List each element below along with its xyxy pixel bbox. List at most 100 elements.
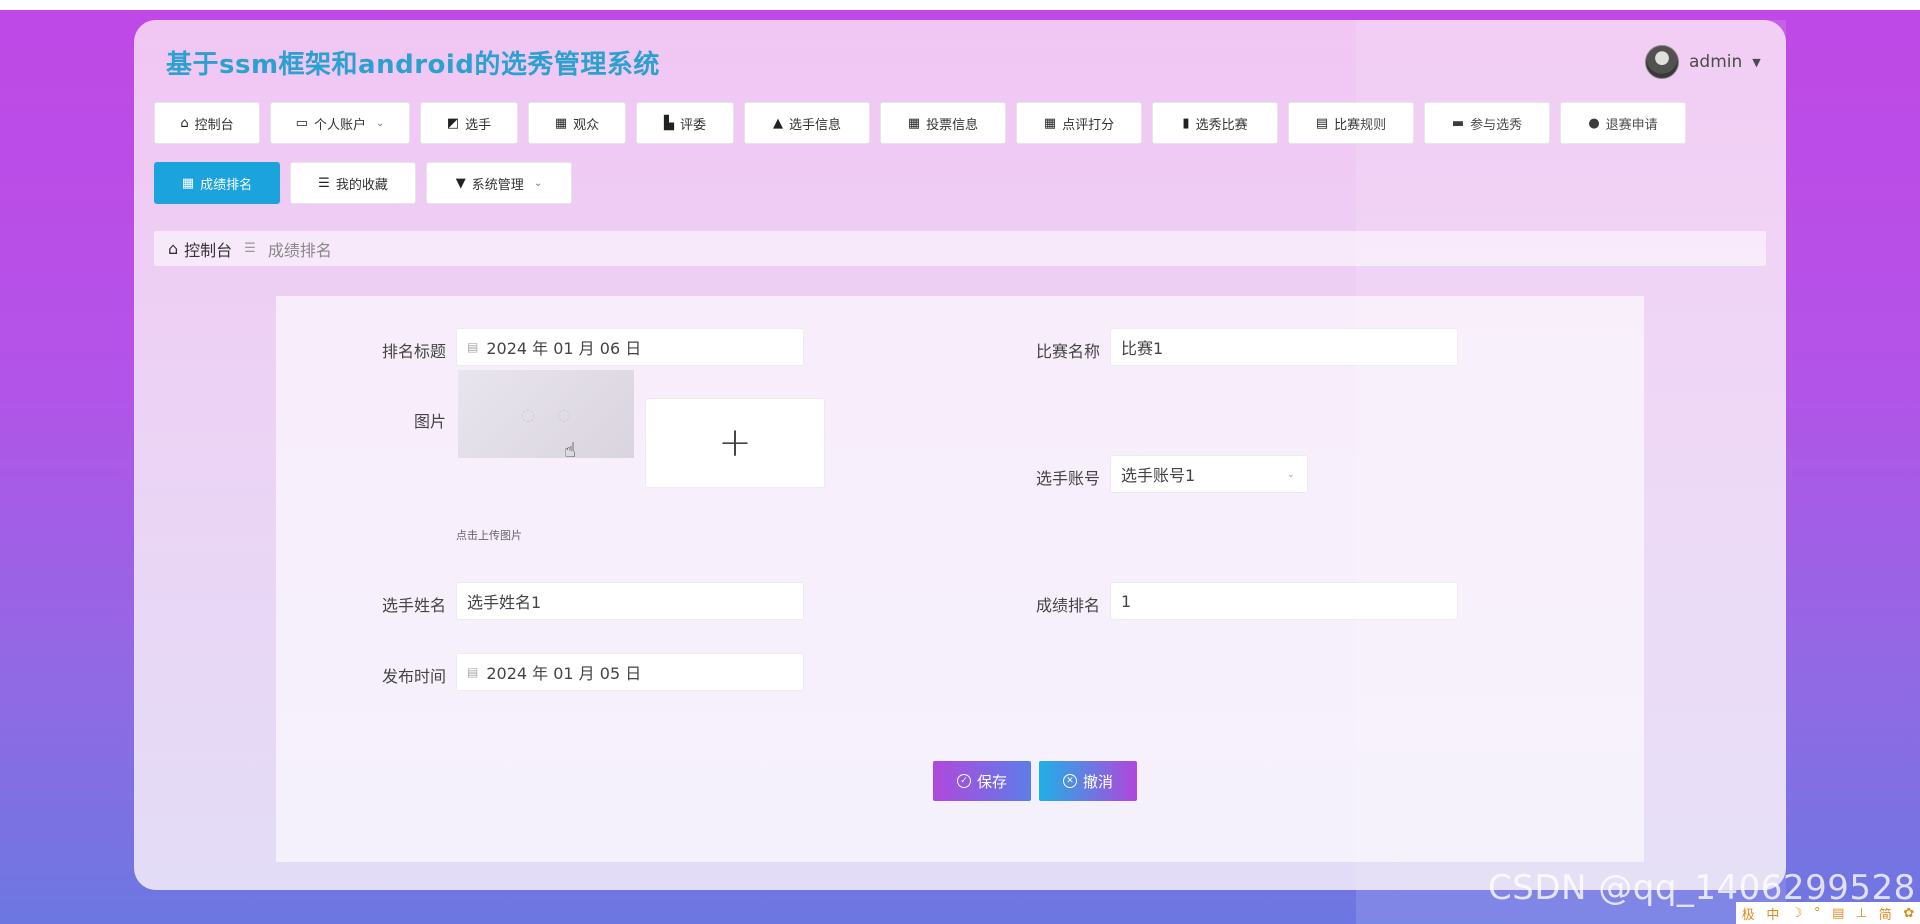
- image-label: 图片: [413, 412, 446, 431]
- nav-item-dashboard[interactable]: ⌂ 控制台: [154, 102, 260, 144]
- nav-item-competitions[interactable]: ▮ 选秀比赛: [1152, 102, 1278, 144]
- competition-name-field[interactable]: 比赛1: [1110, 328, 1458, 366]
- ime-keyboard-icon[interactable]: ▤: [1832, 906, 1844, 921]
- cancel-button[interactable]: ✕ 撤消: [1039, 761, 1137, 801]
- save-label: 保存: [976, 772, 1007, 791]
- competition-name-value: 比赛1: [1121, 339, 1164, 358]
- grid-icon: ▦: [181, 175, 195, 191]
- nav-label: 我的收藏: [335, 177, 388, 193]
- breadcrumb: ⌂ 控制台 ☰ 成绩排名: [154, 231, 1766, 266]
- user-icon: ▲: [772, 115, 783, 131]
- nav-item-review-score[interactable]: ▦ 点评打分: [1016, 102, 1142, 144]
- home-icon: ⌂: [180, 115, 189, 131]
- nav-item-system-management[interactable]: ▼ 系统管理 ⌄: [426, 162, 572, 204]
- nav-label: 控制台: [194, 117, 234, 133]
- close-circle-icon: ✕: [1062, 774, 1077, 788]
- home-icon: ⌂: [168, 239, 179, 258]
- competition-name-label: 比赛名称: [1035, 342, 1100, 361]
- user-menu[interactable]: admin ▼: [1645, 45, 1761, 79]
- nav-label: 选秀比赛: [1195, 117, 1248, 133]
- nav-item-audience[interactable]: ▦ 观众: [528, 102, 626, 144]
- publish-time-value: 2024 年 01 月 05 日: [486, 664, 642, 683]
- player-name-label: 选手姓名: [381, 596, 446, 615]
- nav-item-player-info[interactable]: ▲ 选手信息: [744, 102, 870, 144]
- rank-field[interactable]: 1: [1110, 582, 1458, 620]
- grid-icon: ▦: [554, 115, 568, 131]
- image-placeholder-icon: ◌: [557, 404, 571, 424]
- caret-down-icon: ▼: [1752, 55, 1761, 69]
- publish-time-label: 发布时间: [381, 667, 446, 686]
- ranking-title-label: 排名标题: [381, 342, 446, 361]
- brush-icon: ▼: [455, 175, 466, 191]
- nav-item-judges[interactable]: ▙ 评委: [636, 102, 734, 144]
- nav-label: 选手信息: [788, 117, 841, 133]
- upload-hint: 点击上传图片: [456, 529, 522, 542]
- rank-value: 1: [1121, 591, 1132, 611]
- hand-cursor-icon: ☝: [564, 438, 577, 462]
- calendar-icon: ▤: [467, 340, 479, 354]
- publish-time-date-field[interactable]: ▤ 2024 年 01 月 05 日: [456, 653, 804, 691]
- top-strip: [0, 0, 1920, 10]
- chevron-down-icon: ⌄: [533, 177, 543, 189]
- plus-icon: +: [718, 420, 752, 466]
- ime-logo-icon[interactable]: 极: [1742, 904, 1755, 923]
- save-button[interactable]: ✓ 保存: [933, 761, 1031, 801]
- check-circle-icon: ✓: [956, 774, 971, 788]
- nav-item-favorites[interactable]: ☰ 我的收藏: [290, 162, 416, 204]
- location-icon: ●: [1588, 115, 1600, 131]
- nav-label: 比赛规则: [1334, 117, 1387, 133]
- nav-label: 个人账户: [313, 117, 366, 133]
- nav-item-rules[interactable]: ▤ 比赛规则: [1288, 102, 1414, 144]
- nav-label: 选手: [465, 117, 492, 133]
- player-name-value: 选手姓名1: [467, 593, 542, 612]
- nav-label: 观众: [573, 117, 600, 133]
- avatar: [1645, 45, 1679, 79]
- image-placeholder-icon: ◌: [521, 404, 535, 424]
- nav-label: 参与选秀: [1470, 117, 1523, 133]
- cancel-label: 撤消: [1082, 772, 1113, 791]
- app-title: 基于ssm框架和android的选秀管理系统: [166, 50, 660, 80]
- chart-icon: ◩: [446, 115, 460, 131]
- wallet-icon: ▭: [295, 115, 308, 131]
- username: admin: [1689, 52, 1743, 72]
- bar-chart-icon: ▮: [1182, 115, 1190, 131]
- nav-label: 系统管理: [471, 177, 524, 193]
- breadcrumb-home[interactable]: 控制台: [184, 237, 232, 261]
- image-upload-button[interactable]: +: [645, 398, 825, 488]
- briefcase-icon: ▤: [1315, 115, 1329, 131]
- nav-label: 投票信息: [926, 117, 979, 133]
- ime-punct-icon[interactable]: °: [1814, 906, 1821, 921]
- ime-chinese-toggle[interactable]: 中: [1766, 904, 1779, 923]
- nav-item-participate[interactable]: ▬ 参与选秀: [1424, 102, 1550, 144]
- nav-label: 退赛申请: [1605, 117, 1658, 133]
- nav-item-players[interactable]: ◩ 选手: [420, 102, 518, 144]
- player-name-field[interactable]: 选手姓名1: [456, 582, 804, 620]
- apps-icon: ▦: [1043, 115, 1057, 131]
- chevron-down-icon: ⌄: [375, 117, 385, 129]
- ime-user-icon[interactable]: ⊥: [1856, 906, 1867, 921]
- rank-label: 成绩排名: [1035, 596, 1100, 615]
- separator-icon: ☰: [244, 241, 256, 256]
- player-account-select[interactable]: 选手账号1 ⌄: [1110, 455, 1308, 493]
- chevron-down-icon: ⌄: [1286, 468, 1295, 480]
- uploaded-image-thumbnail[interactable]: ◌ ◌: [458, 370, 634, 458]
- nav-item-personal-account[interactable]: ▭ 个人账户 ⌄: [270, 102, 410, 144]
- nav-label: 点评打分: [1062, 117, 1115, 133]
- player-account-value: 选手账号1: [1121, 466, 1196, 485]
- calendar-icon: ▤: [467, 665, 479, 679]
- ime-moon-icon[interactable]: ☽: [1791, 906, 1803, 921]
- breadcrumb-current: 成绩排名: [267, 240, 332, 260]
- ranking-title-value: 2024 年 01 月 06 日: [486, 339, 642, 358]
- nav-label: 评委: [679, 117, 706, 133]
- monitor-icon: ▬: [1451, 115, 1465, 131]
- ime-simplified-toggle[interactable]: 简: [1879, 904, 1892, 923]
- player-account-label: 选手账号: [1035, 469, 1100, 488]
- ime-toolbar[interactable]: 极 中 ☽ ° ▤ ⊥ 简 ✿: [1736, 902, 1920, 924]
- nav-item-vote-info[interactable]: ▦ 投票信息: [880, 102, 1006, 144]
- grid-icon: ▦: [907, 115, 921, 131]
- ranking-title-date-field[interactable]: ▤ 2024 年 01 月 06 日: [456, 328, 804, 366]
- nav-item-ranking[interactable]: ▦ 成绩排名: [154, 162, 280, 204]
- nav-item-withdraw[interactable]: ● 退赛申请: [1560, 102, 1686, 144]
- ime-settings-icon[interactable]: ✿: [1903, 906, 1914, 921]
- sliders-icon: ☰: [318, 175, 330, 191]
